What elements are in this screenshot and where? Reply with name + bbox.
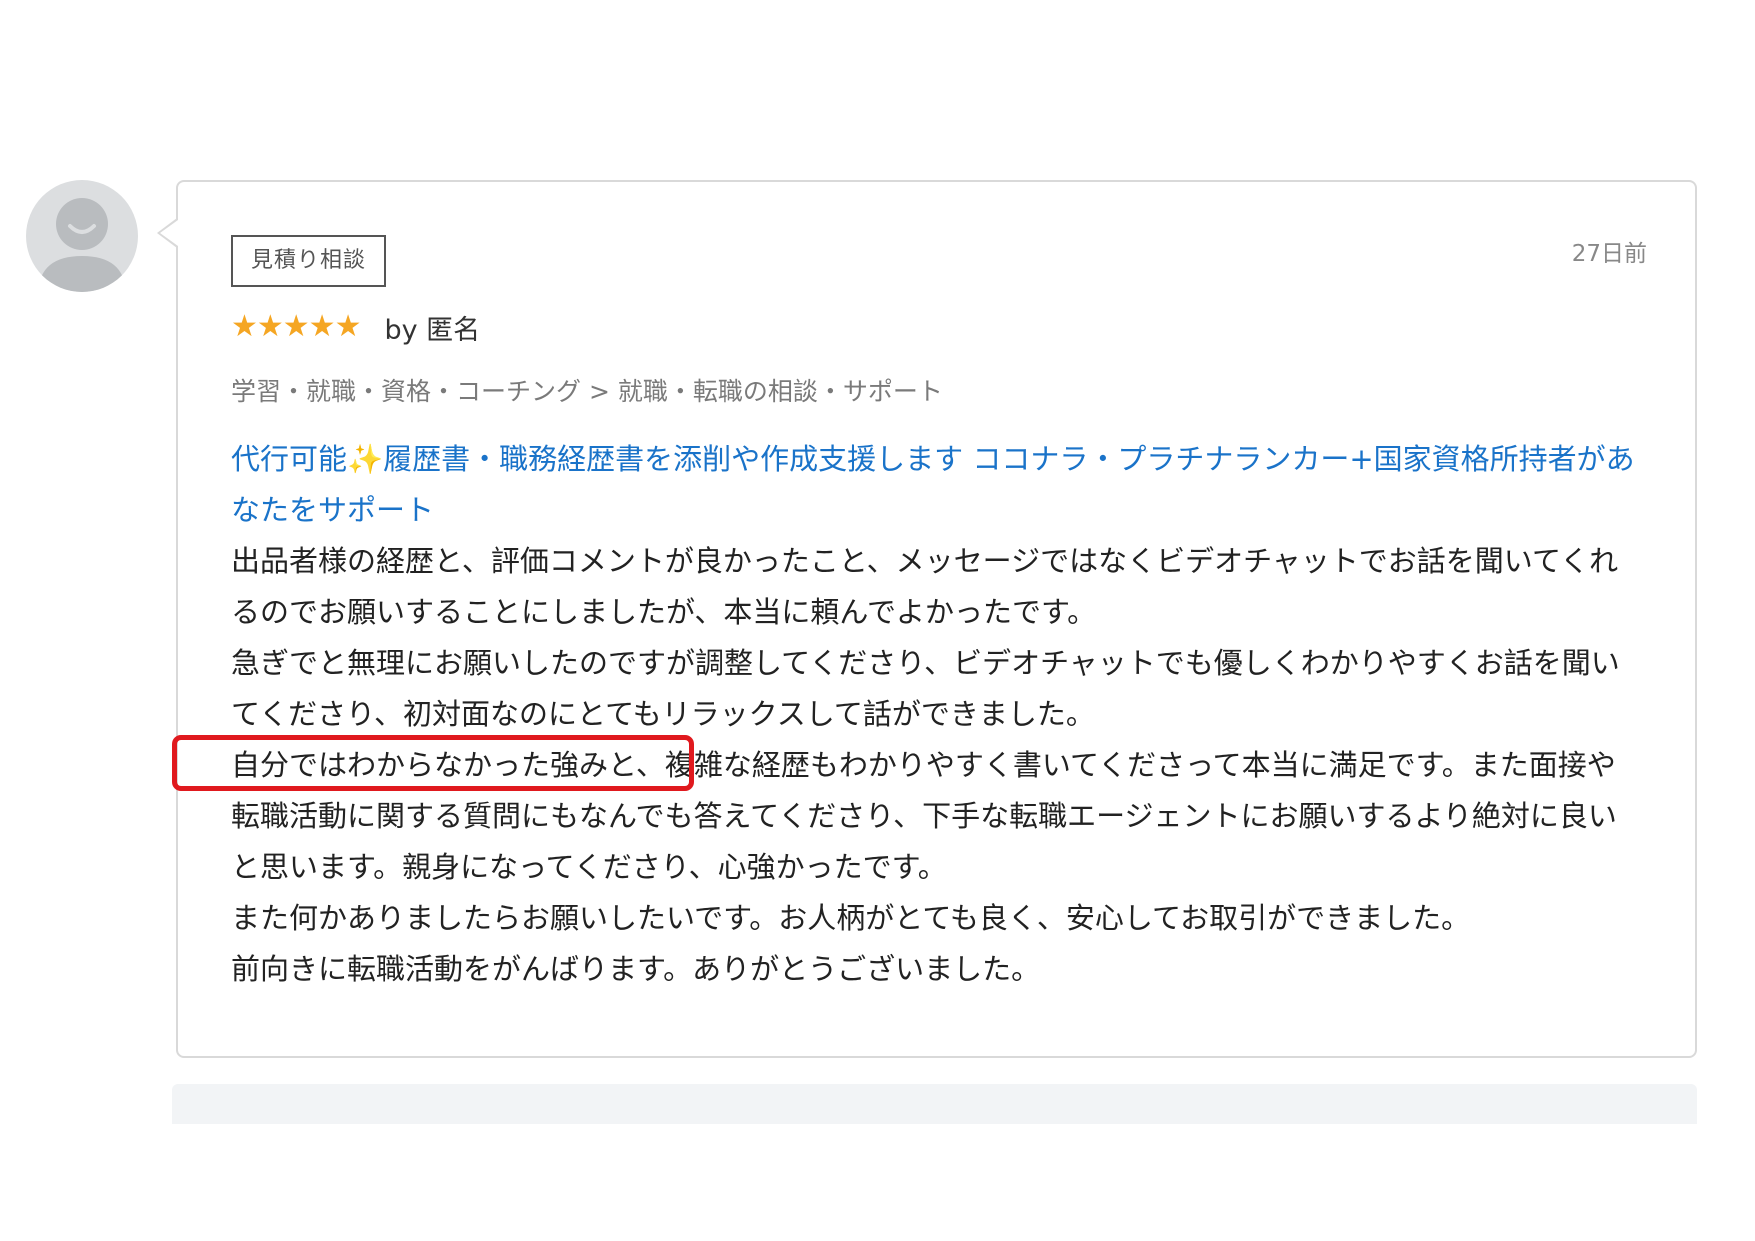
next-review-card <box>172 1084 1697 1124</box>
review-date: 27日前 <box>1571 241 1647 267</box>
service-title-prefix: 代行可能 <box>231 442 348 476</box>
review-body: 出品者様の経歴と、評価コメントが良かったこと、メッセージではなくビデオチャットで… <box>231 536 1641 995</box>
speech-tail-fill <box>160 220 178 246</box>
review-card: 見積り相談 27日前 ★★★★★ by 匿名 学習・就職・資格・コーチング > … <box>176 180 1697 1058</box>
review-paragraph: 前向きに転職活動をがんばります。ありがとうございました。 <box>231 952 1041 986</box>
consultation-tag: 見積り相談 <box>231 235 387 287</box>
service-title-rest: 履歴書・職務経歴書を添削や作成支援します ココナラ・プラチナランカー+国家資格所… <box>231 442 1635 527</box>
service-title-link[interactable]: 代行可能✨履歴書・職務経歴書を添削や作成支援します ココナラ・プラチナランカー+… <box>231 434 1641 536</box>
star-rating-icon: ★★★★★ <box>231 309 361 344</box>
reviewer-avatar-icon <box>26 180 138 292</box>
rating-row: ★★★★★ by 匿名 <box>231 307 480 347</box>
review-paragraph: また何かありましたらお願いしたいです。お人柄がとても良く、安心してお取引ができま… <box>231 901 1471 935</box>
reviewer-name: by 匿名 <box>384 314 481 346</box>
sparkle-icon: ✨ <box>347 442 384 476</box>
review-paragraph: 自分ではわからなかった強みと、複雑な経歴もわかりやすく書いてくださって本当に満足… <box>231 748 1617 884</box>
review-paragraph: 急ぎでと無理にお願いしたのですが調整してくださり、ビデオチャットでも優しくわかり… <box>231 646 1620 731</box>
review-paragraph: 出品者様の経歴と、評価コメントが良かったこと、メッセージではなくビデオチャットで… <box>231 544 1619 629</box>
review-page: 見積り相談 27日前 ★★★★★ by 匿名 学習・就職・資格・コーチング > … <box>0 0 1755 1241</box>
category-breadcrumb[interactable]: 学習・就職・資格・コーチング > 就職・転職の相談・サポート <box>231 372 943 408</box>
